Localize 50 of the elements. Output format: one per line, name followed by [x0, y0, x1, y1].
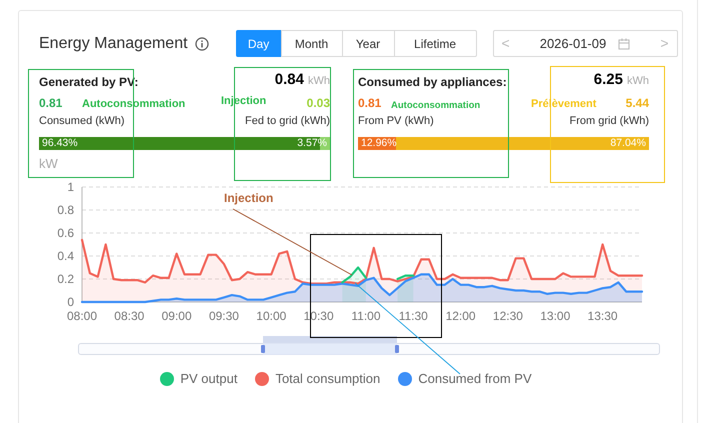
axis-label: 1 [67, 180, 74, 194]
axis-label: 10:00 [256, 309, 286, 323]
panel-title: Energy Management [39, 34, 188, 54]
period-tab[interactable]: Month [280, 30, 343, 57]
axis-label: 12:00 [446, 309, 476, 323]
annotation-label: Autoconsommation [391, 99, 480, 113]
value-text: 0.03 [306, 95, 330, 112]
percent-text: 87.04% [610, 136, 646, 151]
axis-label: 0.4 [57, 249, 74, 263]
date-value: 2026-01-09 [540, 34, 606, 53]
summary-title: Consumed by appliances: [358, 74, 507, 91]
slider-handle[interactable] [261, 345, 265, 353]
axis-unit: kW [39, 154, 58, 173]
axis-label: 0.6 [57, 226, 74, 240]
percent-text: 3.57% [297, 136, 327, 151]
axis-label: 12:30 [492, 309, 523, 323]
axis-label: 09:30 [208, 309, 239, 323]
axis-label: 0.2 [57, 272, 74, 286]
legend-label: Total consumption [275, 370, 380, 388]
value-label: Consumed (kWh) [39, 114, 125, 129]
axis-label: 11:30 [398, 309, 428, 323]
info-icon [194, 36, 209, 50]
legend-label: Consumed from PV [418, 370, 532, 388]
value-label: Fed to grid (kWh) [245, 114, 330, 129]
axis-label: 08:30 [114, 309, 144, 323]
unit-label: kWh [627, 74, 649, 88]
axis-label: 13:00 [540, 309, 570, 323]
slider-handle[interactable] [395, 345, 399, 353]
value-text: 0.81 [358, 95, 382, 112]
total-value: 6.25 [594, 70, 623, 90]
value-label: From grid (kWh) [570, 114, 649, 129]
annotation-label: Injection [224, 190, 274, 207]
zoom-window[interactable] [263, 336, 397, 355]
value-text: 5.44 [626, 95, 649, 112]
period-tab[interactable]: Year [342, 30, 395, 57]
axis-label: 11:00 [351, 309, 381, 323]
value-text: 0.81 [39, 95, 62, 112]
percent-text: 96.43% [42, 136, 78, 151]
axis-label: 08:00 [66, 309, 98, 323]
axis-label: 0 [67, 295, 74, 309]
legend-label: PV output [180, 370, 238, 388]
value-label: From PV (kWh) [358, 114, 434, 129]
percent-text: 12.96% [361, 136, 397, 151]
calendar-icon [618, 38, 630, 50]
axis-label: 13:30 [588, 309, 618, 323]
axis-label: 0.8 [57, 203, 74, 217]
period-tab[interactable]: Lifetime [394, 30, 477, 57]
total-value: 0.84 [274, 70, 304, 90]
axis-label: 09:00 [162, 309, 192, 323]
unit-label: kWh [308, 74, 330, 88]
